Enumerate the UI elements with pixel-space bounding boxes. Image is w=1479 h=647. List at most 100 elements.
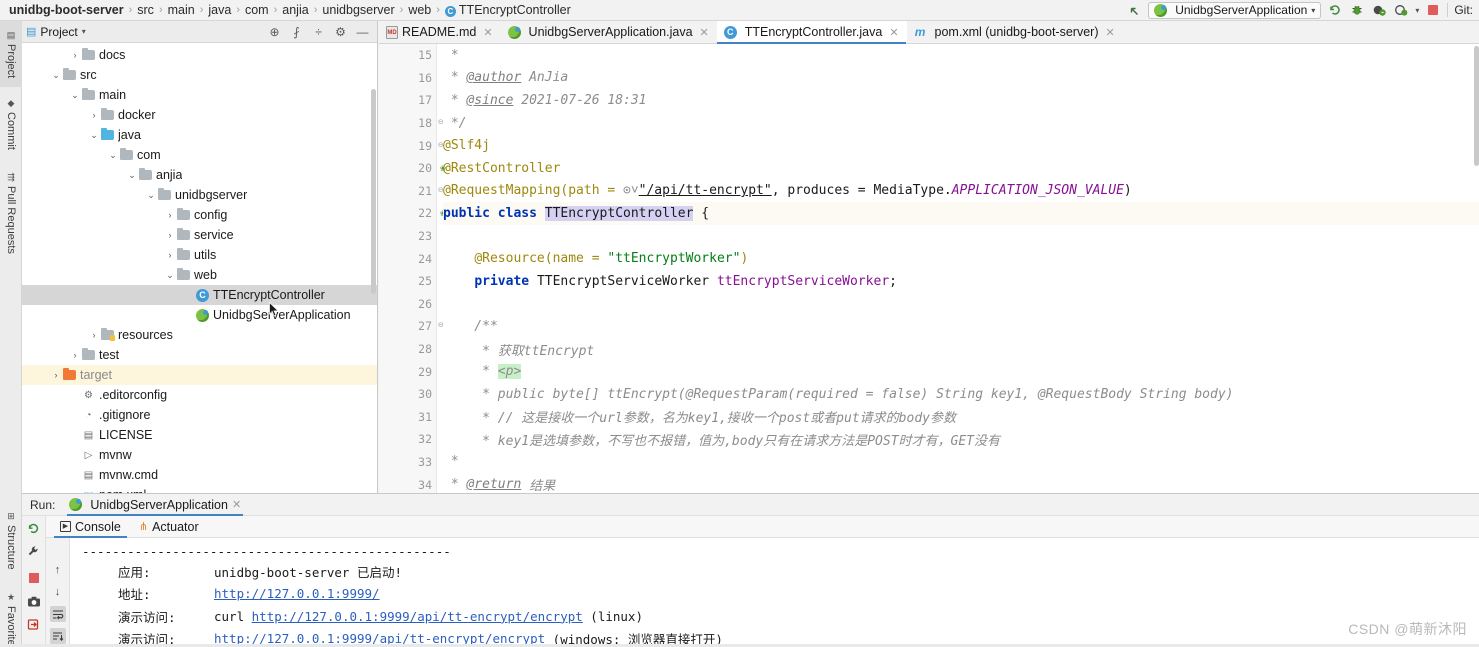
back-arrow-icon[interactable] [1126, 2, 1142, 18]
tree-node--gitignore[interactable]: ◔ .gitignore [22, 405, 377, 425]
tab-actuator[interactable]: ⋔ Actuator [131, 516, 207, 538]
profiler-icon[interactable] [1393, 2, 1409, 18]
chevron-right-icon[interactable]: › [87, 330, 101, 340]
chevron-down-icon[interactable]: ⌄ [106, 150, 120, 161]
tool-tab-commit[interactable]: ◆ Commit [0, 89, 22, 159]
tool-tab-pull-requests[interactable]: ⇶ Pull Requests [0, 161, 22, 265]
console-output[interactable]: ----------------------------------------… [70, 538, 1479, 647]
camera-icon[interactable] [26, 593, 42, 609]
run-configuration-selector[interactable]: UnidbgServerApplication ▾ [1148, 1, 1322, 19]
tree-node-service[interactable]: › service [22, 225, 377, 245]
chevron-down-icon[interactable]: ⌄ [87, 130, 101, 141]
hide-panel-icon[interactable]: — [356, 25, 369, 39]
editor-tab-pom-xml-unidbg-boot-server-[interactable]: m pom.xml (unidbg-boot-server) ✕ [907, 21, 1123, 43]
tree-node-resources[interactable]: › resources [22, 325, 377, 345]
chevron-down-icon[interactable]: ⌄ [49, 70, 63, 81]
rerun-icon[interactable] [1327, 2, 1343, 18]
chevron-right-icon[interactable]: › [87, 110, 101, 120]
expand-all-icon[interactable]: ⨏ [290, 25, 303, 39]
chevron-right-icon[interactable]: › [49, 370, 63, 380]
tree-node-anjia[interactable]: ⌄ anjia [22, 165, 377, 185]
tree-node-mvnw[interactable]: ▷ mvnw [22, 445, 377, 465]
breadcrumb-item-com[interactable]: com [244, 3, 270, 17]
code-editor[interactable]: 15 16 17 18⊖19⊖20❀21⊖22❀ 23 24 25 26 27⊖ 28 29 30 31… [379, 44, 1479, 493]
tree-node-docs[interactable]: › docs [22, 45, 377, 65]
tree-node-unidbgserver[interactable]: ⌄ unidbgserver [22, 185, 377, 205]
project-tree-scrollbar[interactable] [371, 89, 376, 294]
exit-icon[interactable] [26, 616, 42, 632]
stop-square-icon[interactable] [1425, 2, 1441, 18]
tool-tab-project[interactable]: ▤ Project [0, 21, 22, 87]
breadcrumb-item-file[interactable]: C TTEncryptController [444, 3, 572, 17]
code-content[interactable]: * * @author AnJia * @since 2021-07-26 18… [437, 44, 1479, 493]
tree-node-ttencryptcontroller[interactable]: C TTEncryptController [22, 285, 377, 305]
scroll-down-icon[interactable]: ↓ [50, 584, 66, 600]
tree-node-main[interactable]: ⌄ main [22, 85, 377, 105]
chevron-right-icon[interactable]: › [68, 350, 82, 360]
close-icon[interactable]: ✕ [889, 26, 898, 39]
console-row-link[interactable]: http://127.0.0.1:9999/api/tt-encrypt/enc… [252, 609, 583, 624]
tree-node--editorconfig[interactable]: ⚙ .editorconfig [22, 385, 377, 405]
run-config-tab-label: UnidbgServerApplication [90, 497, 228, 512]
tree-node-com[interactable]: ⌄ com [22, 145, 377, 165]
tree-node-docker[interactable]: › docker [22, 105, 377, 125]
collapse-all-icon[interactable]: ÷ [312, 25, 325, 39]
scroll-up-icon[interactable]: ↑ [50, 562, 66, 578]
locate-icon[interactable]: ⊕ [268, 25, 281, 39]
chevron-down-icon[interactable]: ▾ [82, 27, 86, 36]
tree-node-utils[interactable]: › utils [22, 245, 377, 265]
run-with-coverage-icon[interactable] [1371, 2, 1387, 18]
tree-node-config[interactable]: › config [22, 205, 377, 225]
tree-node-web[interactable]: ⌄ web [22, 265, 377, 285]
tab-console[interactable]: ▶ Console [52, 516, 129, 538]
scroll-to-end-icon[interactable] [49, 628, 66, 644]
editor-tab-ttencryptcontroller-java[interactable]: C TTEncryptController.java ✕ [716, 21, 907, 44]
tool-tab-favorites[interactable]: ★ Favorites [0, 581, 22, 647]
chevron-right-icon[interactable]: › [163, 210, 177, 220]
breadcrumb-item-unidbg-boot-server[interactable]: unidbg-boot-server [8, 3, 125, 17]
editor-scrollbar[interactable] [1474, 46, 1479, 166]
breadcrumb-item-web[interactable]: web [407, 3, 432, 17]
tree-node-target[interactable]: › target [22, 365, 377, 385]
breadcrumb-item-main[interactable]: main [167, 3, 196, 17]
editor-tab-readme-md[interactable]: MD README.md ✕ [379, 21, 501, 43]
chevron-down-icon[interactable]: ⌄ [144, 190, 158, 201]
tree-node-unidbgserverapplication[interactable]: UnidbgServerApplication [22, 305, 377, 325]
breadcrumb-item-anjia[interactable]: anjia [281, 3, 309, 17]
breadcrumb-item-java[interactable]: java [207, 3, 232, 17]
request-mapping-path[interactable]: "/api/tt-encrypt" [639, 183, 772, 198]
tree-node-test[interactable]: › test [22, 345, 377, 365]
chevron-down-icon[interactable]: ⌄ [163, 270, 177, 281]
close-icon[interactable]: ✕ [232, 498, 241, 511]
wrench-icon[interactable] [26, 543, 42, 559]
tree-node-java[interactable]: ⌄ java [22, 125, 377, 145]
tool-tab-structure[interactable]: ⊞ Structure [0, 499, 22, 581]
tree-node-mvnw-cmd[interactable]: ▤ mvnw.cmd [22, 465, 377, 485]
rerun-icon[interactable] [26, 520, 42, 536]
chevron-down-icon[interactable]: ⌄ [68, 90, 82, 101]
left-tool-strip: ▤ Project ◆ Commit ⇶ Pull Requests ⊞ Str… [0, 21, 22, 647]
profiler-chevron-down-icon[interactable]: ▾ [1415, 6, 1419, 15]
chevron-right-icon[interactable]: › [68, 50, 82, 60]
git-menu-label[interactable]: Git: [1447, 3, 1473, 17]
soft-wrap-icon[interactable] [49, 606, 66, 622]
debug-bug-icon[interactable] [1349, 2, 1365, 18]
close-icon[interactable]: ✕ [483, 26, 492, 39]
run-config-tab[interactable]: UnidbgServerApplication ✕ [63, 494, 247, 516]
editor-tab-unidbgserverapplication-java[interactable]: UnidbgServerApplication.java ✕ [501, 21, 717, 43]
chevron-right-icon[interactable]: › [163, 250, 177, 260]
close-icon[interactable]: ✕ [700, 26, 709, 39]
console-row-link[interactable]: http://127.0.0.1:9999/ [214, 586, 380, 601]
tree-node-license[interactable]: ▤ LICENSE [22, 425, 377, 445]
chevron-down-icon[interactable]: ⌄ [125, 170, 139, 181]
console-icon: ▶ [60, 521, 71, 532]
breadcrumb-item-src[interactable]: src [136, 3, 155, 17]
project-tree[interactable]: › docs ⌄ src ⌄ main › docker ⌄ java ⌄ com ⌄ anjia ⌄ uni… [22, 43, 377, 493]
chevron-right-icon[interactable]: › [163, 230, 177, 240]
stop-icon[interactable] [26, 570, 42, 586]
settings-gear-icon[interactable]: ⚙ [334, 25, 347, 39]
breadcrumb-item-unidbgserver[interactable]: unidbgserver [321, 3, 395, 17]
close-icon[interactable]: ✕ [1105, 26, 1114, 39]
tree-node-src[interactable]: ⌄ src [22, 65, 377, 85]
tree-node-pom-xml[interactable]: mpom.xml [22, 485, 377, 493]
